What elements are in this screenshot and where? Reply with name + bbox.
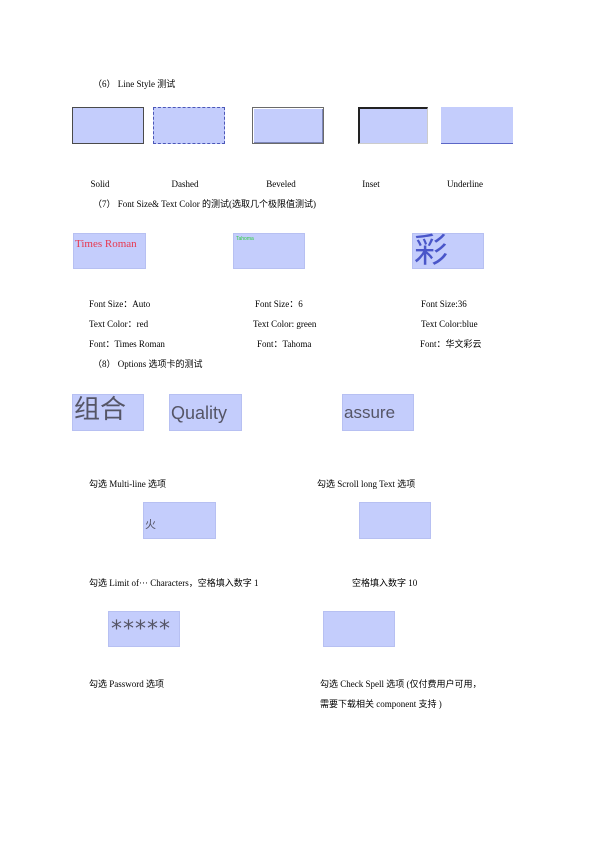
label-checkspell-line1: 勾选 Check Spell 选项 (仅付费用户可用， [320, 679, 482, 689]
field-times-roman[interactable]: Times Roman [73, 233, 146, 269]
label-checkspell-line2: 需要下载相关 component 支持 ) [320, 699, 442, 709]
label-limit10: 空格填入数字 10 [352, 578, 418, 588]
label-password: 勾选 Password 选项 [89, 679, 165, 689]
col2-font: Font：Tahoma [257, 339, 312, 349]
field-caiyun[interactable]: 彩 [412, 231, 484, 271]
label-multiline: 勾选 Multi-line 选项 [89, 479, 166, 489]
col1-text-color: Text Color：red [89, 319, 149, 329]
field-quality[interactable]: Quality [169, 394, 242, 431]
label-underline: Underline [447, 179, 483, 189]
text-assure: assure [344, 403, 396, 422]
section6-heading: （6） Line Style 测试 [93, 79, 176, 89]
text-caiyun: 彩 [414, 231, 448, 271]
field-solid[interactable] [72, 107, 144, 144]
col1-font: Font：Times Roman [89, 339, 165, 349]
col2-font-size: Font Size：6 [255, 299, 303, 309]
field-limit10[interactable] [323, 611, 395, 647]
text-zuhe: 组合 [74, 395, 127, 425]
field-tahoma[interactable]: Tahoma [233, 233, 305, 269]
text-huo: 火 [145, 518, 156, 531]
field-dashed[interactable] [153, 107, 225, 144]
col3-font-size: Font Size:36 [421, 299, 467, 309]
text-quality: Quality [171, 403, 228, 423]
text-password-mask: ***** [111, 617, 171, 642]
text-tahoma: Tahoma [236, 236, 254, 242]
col2-text-color: Text Color: green [253, 319, 317, 329]
field-beveled[interactable] [252, 107, 324, 144]
field-multiline[interactable]: 火 [143, 502, 216, 539]
col3-text-color: Text Color:blue [421, 319, 478, 329]
label-scroll: 勾选 Scroll long Text 选项 [317, 479, 416, 489]
field-zuhe[interactable]: 组合 [72, 394, 144, 431]
field-assure[interactable]: assure [342, 394, 414, 431]
field-scroll[interactable] [359, 502, 431, 539]
col3-font: Font：华文彩云 [420, 339, 482, 349]
section7-heading: （7） Font Size& Text Color 的测试(选取几个极限值测试) [93, 199, 316, 209]
field-password[interactable]: ***** [108, 611, 180, 647]
field-underline[interactable] [441, 107, 513, 144]
field-inset[interactable] [358, 107, 428, 144]
text-times-roman: Times Roman [75, 238, 137, 250]
label-limit: 勾选 Limit of··· Characters，空格填入数字 1 [89, 578, 259, 588]
col1-font-size: Font Size：Auto [89, 299, 151, 309]
label-dashed: Dashed [171, 179, 199, 189]
section8-heading: （8） Options 选项卡的测试 [93, 359, 203, 369]
label-beveled: Beveled [266, 179, 296, 189]
label-solid: Solid [90, 179, 110, 189]
label-inset: Inset [362, 179, 380, 189]
